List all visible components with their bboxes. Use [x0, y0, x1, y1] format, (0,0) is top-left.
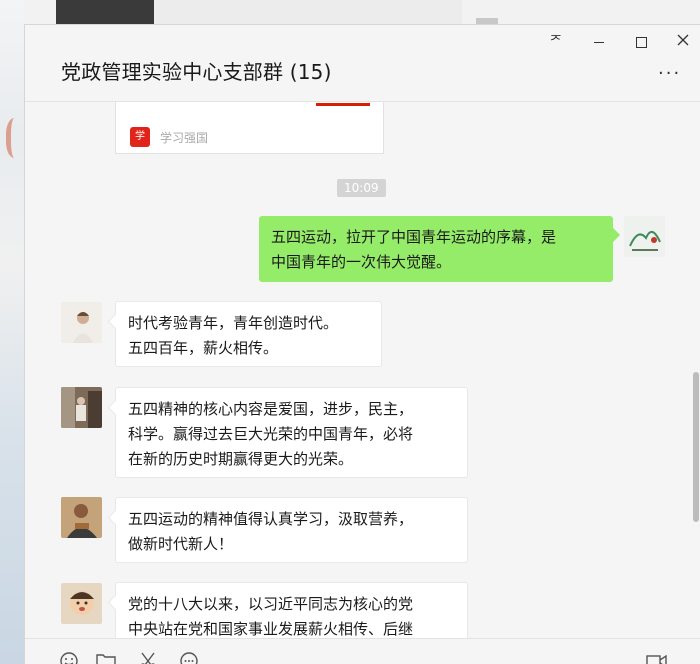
emoji-icon[interactable]	[59, 651, 81, 664]
pin-icon[interactable]: ᅎ	[541, 33, 571, 51]
message-bubble-incoming[interactable]: 五四运动的精神值得认真学习，汲取营养， 做新时代新人！	[115, 497, 468, 563]
input-toolbar	[25, 638, 700, 664]
member-avatar[interactable]	[61, 302, 102, 343]
message-bubble-incoming[interactable]: 五四精神的核心内容是爱国，进步，民主， 科学。赢得过去巨大光荣的中国青年，必将 …	[115, 387, 468, 478]
minimize-button[interactable]	[584, 33, 614, 51]
article-source: 学习强国	[160, 131, 209, 145]
desktop-wallpaper	[0, 0, 24, 664]
self-avatar[interactable]	[624, 216, 665, 257]
chat-title: 党政管理实验中心支部群 (15)	[61, 60, 332, 84]
message-scrollbar[interactable]	[693, 372, 699, 522]
title-bar: ᅎ 党政管理实验中心支部群 (15) ···	[25, 25, 700, 102]
shared-article-card[interactable]: 学 学习强国	[115, 102, 384, 154]
member-avatar[interactable]	[61, 387, 102, 428]
message-bubble-incoming[interactable]: 党的十八大以来，以习近平同志为核心的党 中央站在党和国家事业发展薪火相传、后继	[115, 582, 468, 640]
chat-history-icon[interactable]	[178, 651, 200, 664]
more-options-button[interactable]: ···	[658, 63, 681, 84]
article-accent-line	[316, 103, 370, 106]
video-call-icon[interactable]	[645, 651, 667, 664]
message-timestamp: 10:09	[337, 179, 386, 197]
member-avatar[interactable]	[61, 497, 102, 538]
desktop-background-top	[24, 0, 700, 24]
close-icon	[677, 34, 689, 46]
folder-icon[interactable]	[95, 651, 117, 664]
message-list[interactable]: 学 学习强国 10:09 五四运动，拉开了中国青年运动的序幕，是 中国青年的一次…	[25, 102, 700, 640]
maximize-button[interactable]	[626, 33, 656, 51]
message-bubble-incoming[interactable]: 时代考验青年，青年创造时代。 五四百年，薪火相传。	[115, 301, 382, 367]
message-bubble-outgoing[interactable]: 五四运动，拉开了中国青年运动的序幕，是 中国青年的一次伟大觉醒。	[259, 216, 613, 282]
close-button[interactable]	[668, 33, 698, 51]
xuexi-qiangguo-icon: 学	[130, 127, 150, 147]
member-avatar[interactable]	[61, 583, 102, 624]
chat-window: ᅎ 党政管理实验中心支部群 (15) ··· 学 学习强国 10:09 五四运动…	[24, 24, 700, 664]
scissors-icon[interactable]	[137, 651, 159, 664]
